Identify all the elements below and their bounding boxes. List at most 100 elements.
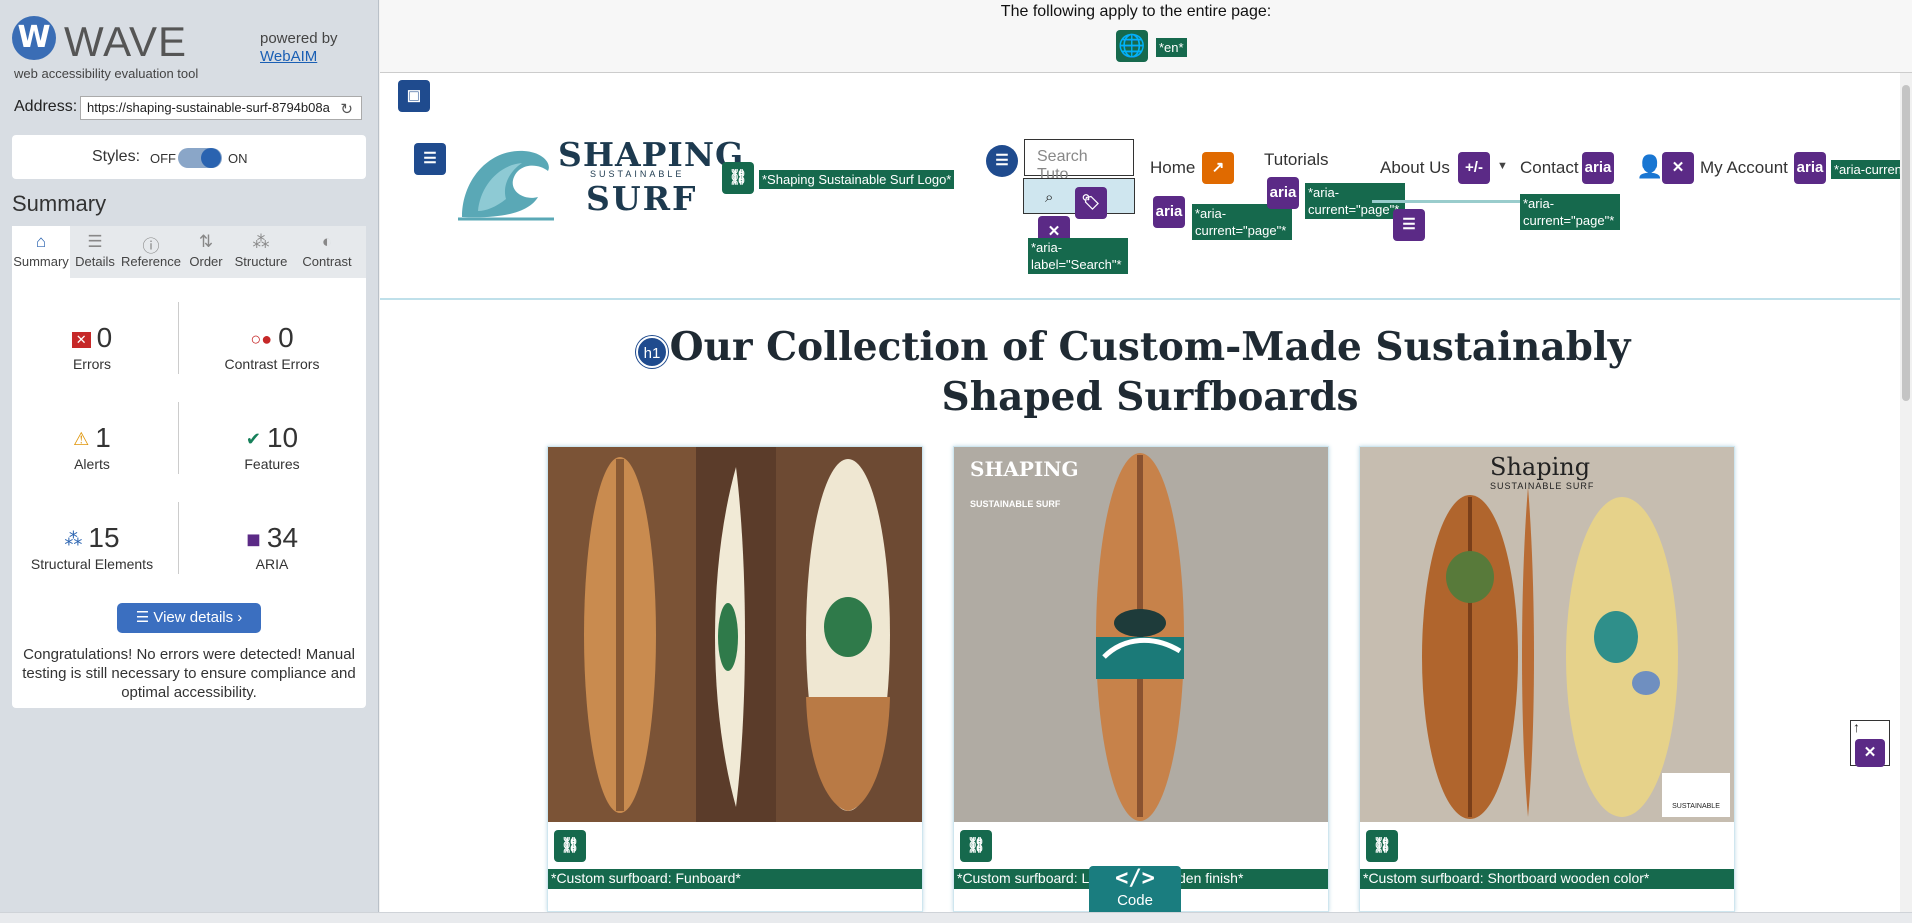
home-icon: ⌂ (35, 232, 47, 251)
wave-title: WAVE (64, 18, 188, 65)
error-icon: ✕ (71, 331, 91, 348)
card-badge: SUSTAINABLE (1662, 773, 1730, 817)
webaim-link[interactable]: WebAIM (260, 48, 338, 66)
card-logo-sub: SUSTAINABLE SURF (970, 499, 1061, 509)
tab-contrast-label: Contrast (302, 254, 352, 269)
aria-menu-icon[interactable]: ☰ (1393, 209, 1425, 241)
tab-details-label: Details (75, 254, 115, 269)
aria-chip[interactable]: aria (1582, 152, 1614, 184)
structural-label: Structural Elements (30, 556, 154, 572)
region-icon[interactable]: ▣ (398, 80, 430, 112)
alert-redundant-link-icon[interactable]: ↗ (1202, 152, 1234, 184)
stat-divider (178, 302, 179, 374)
address-input[interactable]: https://shaping-sustainable-surf-8794b08… (80, 96, 362, 120)
search-input[interactable]: Search Tuto (1024, 139, 1134, 183)
brand-line3: SURF (586, 179, 698, 218)
nav-account[interactable]: My Account (1700, 158, 1788, 178)
tab-contrast[interactable]: ◐ Contrast (292, 226, 362, 278)
card-logo-sub: SUSTAINABLE SURF (1490, 481, 1595, 491)
contrast-errors-count: 0 (278, 322, 294, 353)
tab-structure[interactable]: ⁂ Structure (230, 226, 292, 278)
back-to-top-box[interactable]: ↑ ✕ (1850, 719, 1890, 767)
view-details-button[interactable]: ☰ View details › (117, 603, 261, 633)
contrast-error-icon: ○● (250, 329, 273, 350)
product-card[interactable]: SHAPING SUSTAINABLE SURF ⛓ *Custom surfb… (953, 446, 1329, 912)
aria-chip[interactable]: aria (1267, 177, 1299, 209)
tab-summary[interactable]: ⌂ Summary (12, 226, 70, 278)
site-logo[interactable]: SHAPING SUSTAINABLE SURF (458, 135, 743, 221)
toggle-knob (201, 148, 221, 168)
aria-icon: ◼ (245, 529, 261, 550)
linked-image-icon[interactable]: ⛓ (554, 830, 586, 862)
product-card[interactable]: Shaping SUSTAINABLE SURF SUSTAINABLE ⛓ *… (1359, 446, 1735, 912)
wave-logo-art (458, 150, 554, 221)
wave-logo-icon: W (12, 16, 56, 60)
close-icon[interactable]: ✕ (1855, 739, 1885, 767)
tab-order-label: Order (189, 254, 223, 269)
tab-reference[interactable]: ⓘ Reference (120, 226, 182, 278)
nav-contact[interactable]: Contact (1520, 158, 1579, 178)
expand-chip[interactable]: +/- (1458, 152, 1490, 184)
alerts-label: Alerts (74, 456, 110, 472)
nav-about[interactable]: About Us (1380, 158, 1450, 178)
code-toggle-button[interactable]: </> Code (1089, 866, 1181, 912)
surfboard-image (548, 447, 922, 822)
styles-off-label: OFF (150, 151, 176, 166)
globe-icon[interactable]: 🌐 (1116, 30, 1148, 62)
styles-toggle-box: Styles: OFF ON (12, 135, 366, 179)
aria-chip[interactable]: aria (1153, 196, 1185, 228)
aria-current-tag: *aria-current="page"* (1192, 204, 1292, 240)
code-label: Code (1117, 892, 1153, 909)
card-logo-text: Shaping (1490, 453, 1591, 481)
view-details-label: View details › (153, 609, 243, 626)
structure-icon: ⁂ (64, 529, 83, 550)
contrast-errors-label: Contrast Errors (224, 356, 320, 372)
linked-image-icon[interactable]: ⛓ (1366, 830, 1398, 862)
linked-image-icon[interactable]: ⛓ (960, 830, 992, 862)
image-alt-tag: *Custom surfboard: Funboard* (548, 869, 922, 889)
product-card[interactable]: ⛓ *Custom surfboard: Funboard* (547, 446, 923, 912)
vertical-scrollbar[interactable] (1900, 73, 1912, 912)
stat-contrast-errors: ○● 0 Contrast Errors (192, 322, 352, 372)
close-icon[interactable]: ✕ (1662, 152, 1694, 184)
chevron-down-icon[interactable]: ▼ (1497, 160, 1508, 172)
stat-aria: ◼ 34 ARIA (192, 522, 352, 572)
stat-divider (178, 402, 179, 474)
info-icon: ⓘ (142, 237, 160, 256)
aria-current-tag: *aria-current="page"* (1520, 194, 1620, 230)
errors-label: Errors (72, 356, 112, 372)
address-label: Address: (14, 98, 78, 115)
stat-structural: ⁂ 15 Structural Elements (12, 522, 172, 572)
styles-toggle[interactable] (178, 148, 222, 168)
linked-image-icon[interactable]: ⛓ (722, 162, 754, 194)
banner-text: The following apply to the entire page: (1000, 3, 1272, 20)
summary-panel: ✕ 0 Errors ○● 0 Contrast Errors ⚠ 1 Alerts … (12, 278, 366, 708)
summary-message: Congratulations! No errors were detected… (22, 646, 356, 701)
reload-icon[interactable]: ↻ (340, 100, 353, 118)
tab-summary-label: Summary (13, 254, 69, 269)
aria-count: 34 (266, 522, 299, 553)
navigation-icon[interactable]: ☰ (414, 143, 446, 175)
wave-subtitle: web accessibility evaluation tool (14, 66, 199, 81)
image-alt-tag: *Custom surfboard: Shortboard wooden col… (1360, 869, 1734, 889)
feature-icon: ✔ (245, 429, 261, 450)
structural-count: 15 (88, 522, 120, 553)
lang-tag: *en* (1156, 38, 1187, 57)
nav-home[interactable]: Home (1150, 158, 1195, 178)
tab-order[interactable]: ⇅ Order (182, 226, 230, 278)
list-icon: ☰ (135, 609, 154, 626)
tab-reference-label: Reference (121, 254, 181, 269)
summary-heading: Summary (12, 191, 107, 216)
stat-errors: ✕ 0 Errors (12, 322, 172, 372)
errors-count: 0 (96, 322, 113, 353)
list-icon[interactable]: ☰ (986, 145, 1018, 177)
wave-sidebar: W WAVE web accessibility evaluation tool… (0, 0, 379, 912)
address-row: Address: https://shaping-sustainable-sur… (14, 96, 364, 120)
horizontal-scrollbar[interactable] (0, 912, 1912, 923)
nav-tutorials[interactable]: Tutorials (1264, 150, 1329, 170)
aria-label-icon[interactable]: 🏷 (1075, 187, 1107, 219)
aria-chip[interactable]: aria (1794, 152, 1826, 184)
tab-details[interactable]: ☰ Details (70, 226, 120, 278)
scroll-thumb[interactable] (1902, 85, 1910, 401)
aria-current-tag: *aria-curren (1831, 160, 1905, 179)
